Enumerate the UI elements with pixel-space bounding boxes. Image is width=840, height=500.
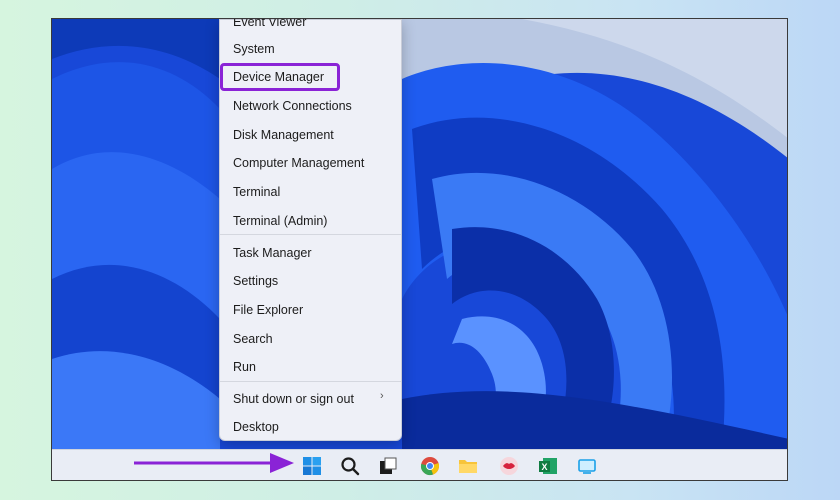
menu-item-computer-management[interactable]: Computer Management (233, 155, 364, 171)
menu-item-event-viewer[interactable]: Event Viewer (233, 18, 306, 30)
submenu-chevron-icon: › (380, 390, 384, 402)
menu-separator (220, 381, 401, 382)
menu-item-network-connections[interactable]: Network Connections (233, 98, 352, 114)
menu-item-run[interactable]: Run (233, 359, 256, 375)
lips-app-icon[interactable] (498, 455, 520, 477)
windows-start-icon[interactable] (301, 455, 323, 477)
desktop-screenshot: Event Viewer System Device Manager Netwo… (51, 18, 788, 481)
menu-item-shut-down-sign-out[interactable]: Shut down or sign out (233, 391, 354, 407)
svg-text:X: X (541, 462, 547, 472)
menu-item-disk-management[interactable]: Disk Management (233, 127, 334, 143)
file-explorer-icon[interactable] (457, 455, 479, 477)
screen-app-icon[interactable] (576, 455, 598, 477)
task-view-icon[interactable] (377, 455, 399, 477)
search-icon[interactable] (339, 455, 361, 477)
menu-item-desktop[interactable]: Desktop (233, 419, 279, 435)
menu-item-task-manager[interactable]: Task Manager (233, 245, 312, 261)
menu-item-settings[interactable]: Settings (233, 273, 278, 289)
pointer-arrow-icon (132, 451, 297, 481)
winx-context-menu: Event Viewer System Device Manager Netwo… (219, 19, 402, 441)
menu-item-system[interactable]: System (233, 41, 275, 57)
menu-item-terminal[interactable]: Terminal (233, 184, 280, 200)
menu-item-terminal-admin[interactable]: Terminal (Admin) (233, 213, 327, 229)
menu-separator (220, 234, 401, 235)
excel-icon[interactable]: X (537, 455, 559, 477)
chrome-icon[interactable] (419, 455, 441, 477)
menu-item-search[interactable]: Search (233, 331, 273, 347)
menu-item-device-manager[interactable]: Device Manager (233, 69, 324, 85)
desktop-wallpaper (52, 19, 788, 449)
menu-item-file-explorer[interactable]: File Explorer (233, 302, 303, 318)
